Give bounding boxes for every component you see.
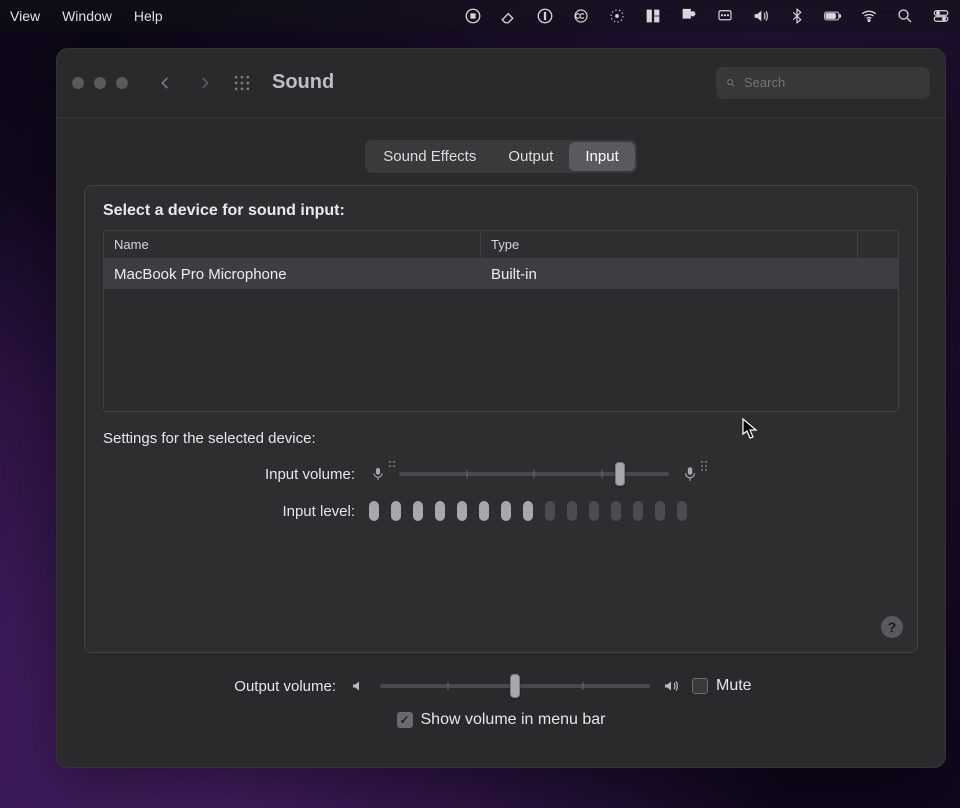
- level-segment: [413, 501, 423, 521]
- tab-segmented-control: Sound Effects Output Input: [365, 140, 637, 173]
- tab-sound-effects[interactable]: Sound Effects: [367, 142, 492, 171]
- level-segment: [391, 501, 401, 521]
- minimize-button[interactable]: [94, 77, 106, 89]
- speaker-quiet-icon: [350, 677, 368, 695]
- window-title: Sound: [272, 71, 334, 94]
- menu-view[interactable]: View: [10, 8, 40, 24]
- info-icon[interactable]: [536, 7, 554, 25]
- target-icon[interactable]: [608, 7, 626, 25]
- eraser-icon[interactable]: [500, 7, 518, 25]
- settings-heading: Settings for the selected device:: [103, 430, 899, 447]
- table-header: Name Type: [104, 231, 898, 259]
- content: Sound Effects Output Input Select a devi…: [56, 118, 946, 745]
- select-device-heading: Select a device for sound input:: [103, 202, 899, 220]
- cc-icon[interactable]: [572, 7, 590, 25]
- control-center-icon[interactable]: [932, 7, 950, 25]
- level-segment: [457, 501, 467, 521]
- input-volume-row: Input volume:: [103, 463, 899, 485]
- device-type: Built-in: [481, 266, 858, 283]
- level-segment: [567, 501, 577, 521]
- col-spacer: [858, 231, 898, 258]
- input-volume-slider[interactable]: [369, 463, 899, 485]
- input-level-row: Input level:: [103, 501, 899, 521]
- tab-output[interactable]: Output: [492, 142, 569, 171]
- close-button[interactable]: [72, 77, 84, 89]
- menu-window[interactable]: Window: [62, 8, 112, 24]
- output-volume-slider[interactable]: [380, 675, 650, 697]
- tab-input[interactable]: Input: [569, 142, 634, 171]
- mute-checkbox[interactable]: Mute: [692, 677, 752, 695]
- sound-preferences-window: Sound Sound Effects Output Input Select …: [56, 48, 946, 768]
- level-segment: [369, 501, 379, 521]
- device-table: Name Type MacBook Pro Microphone Built-i…: [103, 230, 899, 412]
- wifi-icon[interactable]: [860, 7, 878, 25]
- level-segment: [545, 501, 555, 521]
- show-volume-box[interactable]: [397, 712, 413, 728]
- speaker-loud-icon: [662, 677, 680, 695]
- col-type[interactable]: Type: [481, 231, 858, 258]
- level-segment: [501, 501, 511, 521]
- mic-loud-icon: [681, 465, 699, 483]
- search-field[interactable]: [716, 67, 930, 99]
- level-segment: [435, 501, 445, 521]
- output-volume-label: Output volume:: [84, 678, 336, 695]
- titlebar: Sound: [56, 48, 946, 118]
- zoom-button[interactable]: [116, 77, 128, 89]
- mic-quiet-icon: [369, 465, 387, 483]
- panels-icon[interactable]: [644, 7, 662, 25]
- record-icon[interactable]: [464, 7, 482, 25]
- menu-help[interactable]: Help: [134, 8, 163, 24]
- mute-label: Mute: [716, 677, 752, 695]
- show-all-button[interactable]: [232, 73, 252, 93]
- output-volume-row: Output volume:: [84, 675, 918, 697]
- search-input[interactable]: [744, 75, 920, 90]
- battery-icon[interactable]: [824, 7, 842, 25]
- help-button[interactable]: ?: [881, 616, 903, 638]
- input-level-meter: [369, 501, 899, 521]
- menu-left: View Window Help: [10, 8, 163, 24]
- level-segment: [589, 501, 599, 521]
- level-segment: [655, 501, 665, 521]
- level-segment: [611, 501, 621, 521]
- window-controls: [72, 77, 128, 89]
- remote-icon[interactable]: [716, 7, 734, 25]
- device-name: MacBook Pro Microphone: [104, 266, 481, 283]
- input-volume-knob[interactable]: [615, 462, 625, 486]
- cursor-icon: [742, 418, 758, 440]
- forward-button[interactable]: [192, 69, 218, 97]
- bluetooth-icon[interactable]: [788, 7, 806, 25]
- flag-icon[interactable]: [680, 7, 698, 25]
- output-volume-knob[interactable]: [510, 674, 520, 698]
- back-button[interactable]: [152, 69, 178, 97]
- level-segment: [677, 501, 687, 521]
- level-segment: [479, 501, 489, 521]
- input-panel: Select a device for sound input: Name Ty…: [84, 185, 918, 653]
- table-body: MacBook Pro Microphone Built-in: [104, 259, 898, 411]
- level-segment: [523, 501, 533, 521]
- input-level-label: Input level:: [103, 503, 355, 520]
- search-icon: [726, 75, 736, 91]
- tabs: Sound Effects Output Input: [84, 140, 918, 173]
- show-volume-label: Show volume in menu bar: [421, 711, 606, 729]
- sound-icon[interactable]: [752, 7, 770, 25]
- input-volume-label: Input volume:: [103, 466, 355, 483]
- mute-box[interactable]: [692, 678, 708, 694]
- col-name[interactable]: Name: [104, 231, 481, 258]
- menu-right: [464, 7, 950, 25]
- level-segment: [633, 501, 643, 521]
- menubar: View Window Help: [0, 0, 960, 32]
- bottom-area: Output volume:: [84, 675, 918, 729]
- show-volume-checkbox[interactable]: Show volume in menu bar: [397, 711, 606, 729]
- spotlight-icon[interactable]: [896, 7, 914, 25]
- table-row[interactable]: MacBook Pro Microphone Built-in: [104, 259, 898, 289]
